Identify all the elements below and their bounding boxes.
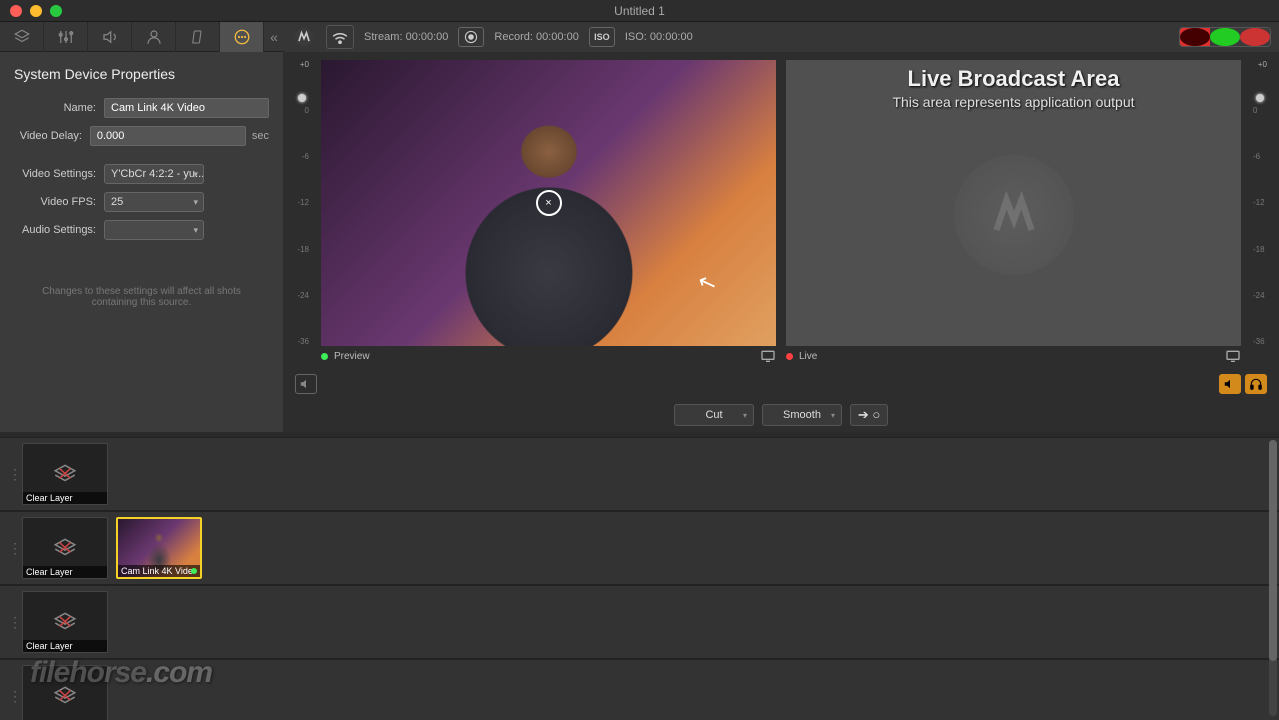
iso-button[interactable]: ISO — [589, 27, 615, 47]
transition-go-button[interactable]: ➔ ○ — [850, 404, 888, 426]
inspector-tab-bar: « — [0, 22, 284, 52]
tab-participants[interactable] — [132, 22, 176, 52]
name-input[interactable] — [104, 98, 269, 118]
source-properties-panel: System Device Properties Name: Video Del… — [0, 52, 283, 432]
audio-meter-right: +0 0 -6 -12 -18 -24 -36 — [1251, 60, 1269, 366]
shot-thumb-clear[interactable]: Clear Layer — [22, 591, 108, 653]
live-logo-icon — [954, 155, 1074, 275]
status-indicator — [1179, 27, 1271, 47]
more-circle-icon — [233, 28, 251, 46]
preview-live-area: +0 0 -6 -12 -18 -24 -36 × ↖ — [283, 52, 1279, 432]
shot-label: Cam Link 4K Vide — [118, 565, 200, 577]
shot-thumb-clear[interactable]: Clear Layer — [22, 443, 108, 505]
fps-label: Video FPS: — [14, 196, 104, 208]
shot-thumb-camera[interactable]: Cam Link 4K Vide — [116, 517, 202, 579]
preview-canvas[interactable]: × ↖ — [321, 60, 776, 346]
tab-audio[interactable] — [88, 22, 132, 52]
live-monitor-button[interactable] — [1225, 349, 1241, 363]
zoom-window-button[interactable] — [50, 5, 62, 17]
tab-adjustments[interactable] — [44, 22, 88, 52]
sliders-icon — [57, 28, 75, 46]
layer-row: ⋮⋮ Clear Layer — [0, 585, 1279, 659]
close-window-button[interactable] — [10, 5, 22, 17]
video-settings-label: Video Settings: — [14, 168, 104, 180]
live-audio-toggle[interactable] — [1219, 374, 1241, 394]
shot-thumb-clear[interactable]: Clear Layer — [22, 517, 108, 579]
preview-label: Preview — [334, 351, 370, 362]
layers-icon — [13, 28, 31, 46]
cursor-icon: ↖ — [694, 268, 720, 299]
status-light-red — [1180, 28, 1210, 46]
record-icon — [464, 30, 478, 44]
document-title: Untitled 1 — [614, 4, 665, 18]
tab-device[interactable] — [176, 22, 220, 52]
preview-monitor-button[interactable] — [760, 349, 776, 363]
shot-label: Clear Layer — [23, 566, 107, 578]
app-logo-icon — [292, 25, 316, 49]
clear-layer-icon — [52, 461, 78, 487]
record-button[interactable] — [458, 27, 484, 47]
delay-label: Video Delay: — [14, 130, 90, 142]
status-light-red2 — [1240, 28, 1270, 46]
tab-layers[interactable] — [0, 22, 44, 52]
collapse-panel-button[interactable]: « — [264, 22, 284, 52]
video-delay-input[interactable] — [90, 126, 246, 146]
video-settings-dropdown[interactable]: Y'CbCr 4:2:2 - yu... — [104, 164, 204, 184]
audio-settings-dropdown[interactable] — [104, 220, 204, 240]
preview-audio-toggle[interactable] — [295, 374, 317, 394]
live-label: Live — [799, 351, 817, 362]
live-area-title: Live Broadcast Area — [908, 66, 1120, 92]
delay-unit: sec — [246, 130, 269, 142]
iso-label: ISO: 00:00:00 — [625, 31, 693, 43]
speaker-icon — [101, 28, 119, 46]
transition-cut-dropdown[interactable]: Cut — [674, 404, 754, 426]
live-area-subtitle: This area represents application output — [892, 94, 1134, 110]
name-label: Name: — [14, 102, 104, 114]
settings-note: Changes to these settings will affect al… — [14, 286, 269, 308]
layers-scrollbar[interactable] — [1269, 440, 1277, 716]
layer-drag-handle[interactable]: ⋮⋮ — [8, 538, 14, 558]
layer-row: ⋮⋮ Clear Layer — [0, 437, 1279, 511]
device-icon — [190, 28, 206, 46]
close-overlay-button[interactable]: × — [536, 190, 562, 216]
transition-bar: Cut Smooth ➔ ○ — [283, 398, 1279, 432]
shot-label: Clear Layer — [23, 492, 107, 504]
layer-drag-handle[interactable]: ⋮⋮ — [8, 612, 14, 632]
meter-slider-right[interactable] — [1256, 94, 1264, 102]
titlebar: Untitled 1 — [0, 0, 1279, 22]
main-toolbar: « Stream: 00:00:00 Record: 00:00:00 ISO … — [0, 22, 1279, 52]
audio-meter-left: +0 0 -6 -12 -18 -24 -36 — [293, 60, 311, 366]
record-label: Record: 00:00:00 — [494, 31, 578, 43]
status-toolbar: Stream: 00:00:00 Record: 00:00:00 ISO IS… — [284, 22, 1279, 52]
audio-settings-label: Audio Settings: — [14, 224, 104, 236]
wifi-icon[interactable] — [326, 25, 354, 49]
tab-source-properties[interactable] — [220, 22, 264, 52]
live-panel: Live Broadcast Area This area represents… — [786, 60, 1241, 366]
headphone-toggle[interactable] — [1245, 374, 1267, 394]
preview-panel: × ↖ Preview — [321, 60, 776, 366]
window-controls — [0, 5, 62, 17]
live-status-dot — [786, 353, 793, 360]
live-indicator-dot — [191, 568, 197, 574]
status-light-green — [1210, 28, 1240, 46]
minimize-window-button[interactable] — [30, 5, 42, 17]
layer-row: ⋮⋮ Clear Layer Cam Link 4K Vide — [0, 511, 1279, 585]
meter-slider-left[interactable] — [298, 94, 306, 102]
live-canvas: Live Broadcast Area This area represents… — [786, 60, 1241, 346]
person-icon — [145, 28, 163, 46]
layer-drag-handle[interactable]: ⋮⋮ — [8, 686, 14, 706]
preview-status-dot — [321, 353, 328, 360]
watermark: filehorse.com — [30, 656, 212, 690]
transition-smooth-dropdown[interactable]: Smooth — [762, 404, 842, 426]
fps-dropdown[interactable]: 25 — [104, 192, 204, 212]
layer-drag-handle[interactable]: ⋮⋮ — [8, 464, 14, 484]
clear-layer-icon — [52, 609, 78, 635]
stream-label: Stream: 00:00:00 — [364, 31, 448, 43]
panel-title: System Device Properties — [14, 66, 269, 82]
clear-layer-icon — [52, 535, 78, 561]
shot-label: Clear Layer — [23, 640, 107, 652]
